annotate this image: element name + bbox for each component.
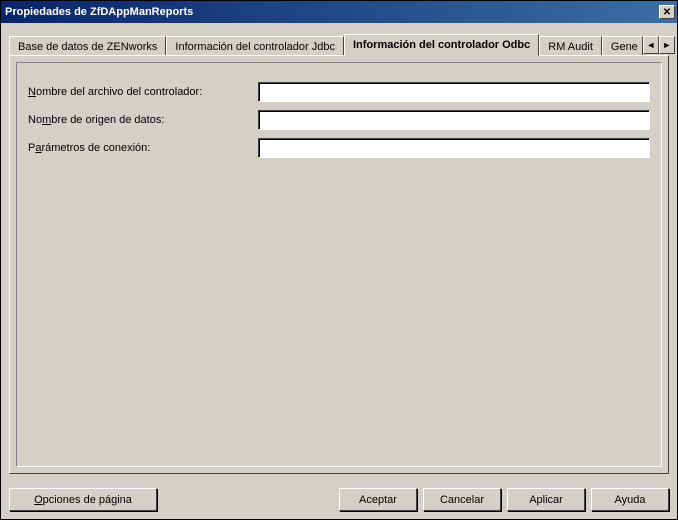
tab-scroll-controls: ◄ ► — [643, 35, 675, 55]
row-connection-params: Parámetros de conexión: — [28, 138, 650, 158]
ok-button[interactable]: Aceptar — [339, 488, 417, 511]
window-title: Propiedades de ZfDAppManReports — [5, 6, 657, 18]
chevron-right-icon: ► — [662, 40, 671, 50]
row-data-source-name: Nombre de origen de datos: — [28, 110, 650, 130]
apply-button[interactable]: Aplicar — [507, 488, 585, 511]
button-spacer — [163, 488, 333, 511]
tab-general-truncated[interactable]: Gene — [602, 36, 643, 56]
input-driver-file[interactable] — [258, 82, 650, 102]
button-label: Aceptar — [359, 494, 397, 506]
label-driver-file: Nombre del archivo del controlador: — [28, 86, 258, 98]
tab-odbc-info[interactable]: Información del controlador Odbc — [344, 34, 539, 56]
dialog-button-row: Opciones de página Aceptar Cancelar Apli… — [1, 482, 677, 519]
tab-zenworks-db[interactable]: Base de datos de ZENworks — [9, 36, 166, 56]
tab-rm-audit[interactable]: RM Audit — [539, 36, 602, 56]
titlebar: Propiedades de ZfDAppManReports ✕ — [1, 1, 677, 23]
page-options-button[interactable]: Opciones de página — [9, 488, 157, 511]
tab-scroll-left-button[interactable]: ◄ — [643, 36, 659, 54]
button-label: Aplicar — [529, 494, 563, 506]
button-label: Cancelar — [440, 494, 484, 506]
tab-label: Información del controlador Jdbc — [175, 41, 335, 53]
tab-jdbc-info[interactable]: Información del controlador Jdbc — [166, 36, 344, 56]
properties-window: Propiedades de ZfDAppManReports ✕ Base d… — [0, 0, 678, 520]
label-data-source-name: Nombre de origen de datos: — [28, 114, 258, 126]
tab-label: Información del controlador Odbc — [353, 39, 530, 51]
chevron-left-icon: ◄ — [646, 40, 655, 50]
tab-scroll-right-button[interactable]: ► — [659, 36, 675, 54]
content-area: Base de datos de ZENworks Información de… — [1, 23, 677, 482]
tab-label: RM Audit — [548, 41, 593, 53]
input-data-source-name[interactable] — [258, 110, 650, 130]
cancel-button[interactable]: Cancelar — [423, 488, 501, 511]
tab-panel-odbc: Nombre del archivo del controlador: Nomb… — [9, 55, 669, 474]
help-button[interactable]: Ayuda — [591, 488, 669, 511]
close-button[interactable]: ✕ — [659, 5, 675, 19]
tabstrip: Base de datos de ZENworks Información de… — [9, 31, 669, 55]
label-connection-params: Parámetros de conexión: — [28, 142, 258, 154]
tab-label: Base de datos de ZENworks — [18, 41, 157, 53]
tab-label: Gene — [611, 41, 638, 53]
close-icon: ✕ — [663, 7, 671, 18]
input-connection-params[interactable] — [258, 138, 650, 158]
button-label: Ayuda — [615, 494, 646, 506]
row-driver-file: Nombre del archivo del controlador: — [28, 82, 650, 102]
